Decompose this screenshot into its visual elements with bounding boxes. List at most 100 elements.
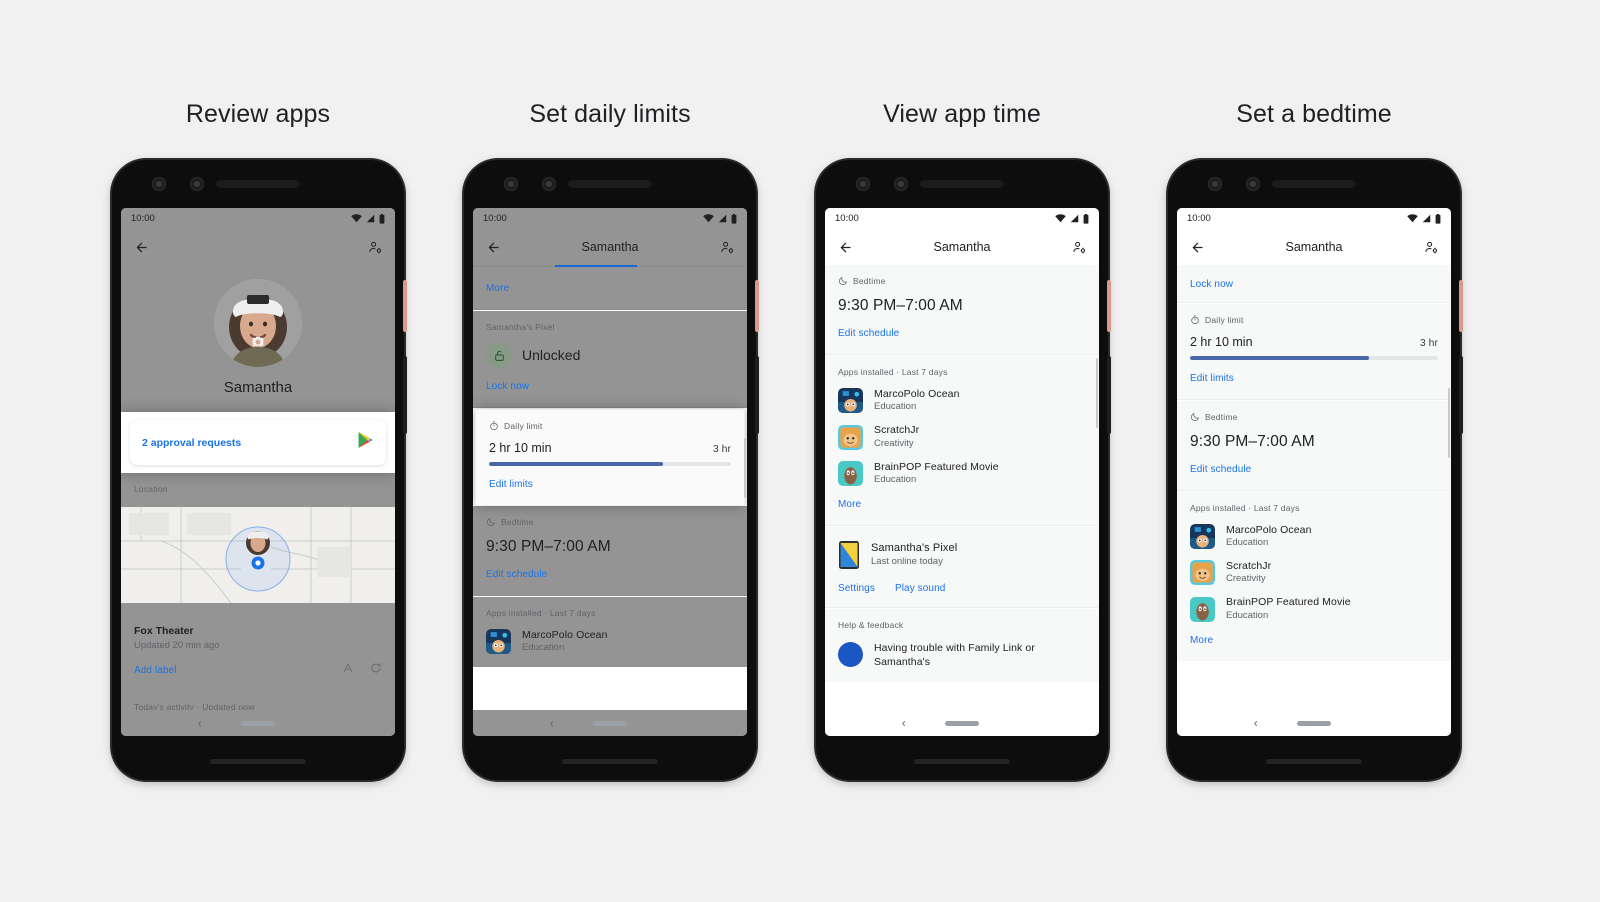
manage-people-icon[interactable] bbox=[1069, 237, 1089, 257]
power-button[interactable] bbox=[403, 280, 407, 332]
refresh-icon[interactable] bbox=[370, 661, 382, 679]
device-actions: Settings Play sound bbox=[838, 570, 1086, 594]
battery-icon bbox=[731, 213, 737, 224]
volume-button[interactable] bbox=[1459, 356, 1463, 434]
edit-schedule-link[interactable]: Edit schedule bbox=[486, 569, 547, 580]
device-state: Unlocked bbox=[522, 347, 581, 363]
daily-limit-progress bbox=[1190, 356, 1438, 360]
daily-limit-label-text: Daily limit bbox=[504, 421, 543, 431]
scrollbar[interactable] bbox=[1096, 358, 1098, 428]
nav-home-pill[interactable] bbox=[593, 720, 627, 726]
earpiece-speaker bbox=[568, 180, 652, 188]
volume-button[interactable] bbox=[755, 356, 759, 434]
front-camera-icon bbox=[856, 177, 870, 191]
scrollbar[interactable] bbox=[1448, 388, 1450, 458]
nav-home-pill[interactable] bbox=[1297, 720, 1331, 726]
help-text[interactable]: Having trouble with Family Link or Saman… bbox=[874, 642, 1086, 668]
app-bar: Samantha bbox=[473, 229, 747, 265]
back-arrow-icon[interactable] bbox=[1187, 237, 1207, 257]
apps-installed-card: Apps installed · Last 7 days MarcoPolo O… bbox=[1177, 491, 1451, 661]
back-arrow-icon[interactable] bbox=[131, 237, 151, 257]
nav-back-icon[interactable]: ‹ bbox=[1254, 716, 1258, 730]
manage-people-icon[interactable] bbox=[1421, 237, 1441, 257]
edit-limits-link[interactable]: Edit limits bbox=[489, 479, 533, 490]
list-item[interactable]: ScratchJr Creativity bbox=[838, 424, 1086, 450]
approval-requests-card[interactable]: 2 approval requests bbox=[130, 420, 386, 465]
earpiece-speaker bbox=[216, 180, 300, 188]
edit-limits-link[interactable]: Edit limits bbox=[1190, 373, 1234, 384]
wifi-icon bbox=[1055, 214, 1066, 223]
device-card: Samantha's Pixel Last online today Setti… bbox=[825, 527, 1099, 609]
list-item[interactable]: MarcoPolo Ocean Education bbox=[1190, 524, 1438, 549]
help-avatar-icon bbox=[838, 642, 863, 668]
front-camera-icon bbox=[152, 177, 166, 191]
bottom-speaker bbox=[210, 759, 306, 764]
more-link[interactable]: More bbox=[838, 499, 861, 510]
moon-icon bbox=[1191, 412, 1199, 421]
app-bar: Samantha bbox=[825, 229, 1099, 265]
avatar[interactable] bbox=[214, 279, 302, 367]
earpiece-speaker bbox=[920, 180, 1004, 188]
volume-button[interactable] bbox=[1107, 356, 1111, 434]
play-sound-link[interactable]: Play sound bbox=[895, 583, 945, 594]
unlocked-padlock-icon bbox=[486, 342, 512, 368]
brainpop-app-icon bbox=[838, 461, 863, 487]
nav-home-pill[interactable] bbox=[241, 720, 275, 726]
edit-schedule-link[interactable]: Edit schedule bbox=[1190, 464, 1251, 475]
bottom-speaker bbox=[562, 759, 658, 764]
status-system-icons bbox=[351, 213, 385, 224]
lock-now-link[interactable]: Lock now bbox=[1190, 279, 1233, 290]
volume-button[interactable] bbox=[403, 356, 407, 434]
wifi-icon bbox=[1407, 214, 1418, 223]
status-time: 10:00 bbox=[131, 213, 155, 224]
lock-now-link[interactable]: Lock now bbox=[486, 381, 529, 392]
more-link[interactable]: More bbox=[1190, 635, 1213, 646]
cell-signal-icon bbox=[718, 214, 727, 223]
status-bar: 10:00 bbox=[473, 208, 747, 229]
screen-content: Samantha 2 approval requests Location Fo… bbox=[121, 265, 395, 710]
apps-installed-card: Apps installed · Last 7 days MarcoPolo O… bbox=[825, 356, 1099, 527]
status-system-icons bbox=[703, 213, 737, 224]
manage-people-icon[interactable] bbox=[365, 237, 385, 257]
map-preview[interactable] bbox=[121, 507, 395, 603]
app-bar: Samantha bbox=[1177, 229, 1451, 265]
manage-people-icon[interactable] bbox=[717, 237, 737, 257]
power-button[interactable] bbox=[1459, 280, 1463, 332]
panel-title: Set daily limits bbox=[529, 100, 691, 128]
lock-now-card: Lock now bbox=[1177, 265, 1451, 303]
more-link[interactable]: More bbox=[486, 283, 509, 294]
list-item[interactable]: BrainPOP Featured Movie Education bbox=[1190, 596, 1438, 622]
nav-back-icon[interactable]: ‹ bbox=[902, 716, 906, 730]
power-button[interactable] bbox=[755, 280, 759, 332]
list-item[interactable]: BrainPOP Featured Movie Education bbox=[838, 461, 1086, 487]
battery-icon bbox=[379, 213, 385, 224]
daily-limit-values: 2 hr 10 min 3 hr bbox=[1190, 335, 1438, 349]
scrollbar[interactable] bbox=[744, 438, 746, 498]
approval-highlight: 2 approval requests bbox=[121, 412, 395, 473]
label-a-icon[interactable] bbox=[342, 661, 354, 679]
back-arrow-icon[interactable] bbox=[483, 237, 503, 257]
nav-back-icon[interactable]: ‹ bbox=[198, 716, 202, 730]
status-time: 10:00 bbox=[835, 213, 859, 224]
edit-schedule-link[interactable]: Edit schedule bbox=[838, 328, 899, 339]
add-label-link[interactable]: Add label bbox=[134, 665, 177, 676]
screen-content: Bedtime 9:30 PM–7:00 AM Edit schedule Ap… bbox=[825, 265, 1099, 710]
app-bar-title: Samantha bbox=[933, 240, 991, 254]
device-row[interactable]: Samantha's Pixel Last online today bbox=[838, 540, 1086, 570]
bedtime-section-label: Bedtime bbox=[838, 276, 1086, 286]
marcopolo-ocean-app-icon bbox=[486, 628, 511, 654]
list-item[interactable]: MarcoPolo Ocean Education bbox=[486, 629, 734, 654]
list-item[interactable]: ScratchJr Creativity bbox=[1190, 560, 1438, 586]
nav-home-pill[interactable] bbox=[945, 720, 979, 726]
nav-back-icon[interactable]: ‹ bbox=[550, 716, 554, 730]
back-arrow-icon[interactable] bbox=[835, 237, 855, 257]
power-button[interactable] bbox=[1107, 280, 1111, 332]
list-item[interactable]: MarcoPolo Ocean Education bbox=[838, 388, 1086, 414]
app-name: MarcoPolo Ocean bbox=[1226, 523, 1312, 536]
daily-limit-card: Daily limit 2 hr 10 min 3 hr Edit limits bbox=[1177, 304, 1451, 400]
daily-limit-label-text: Daily limit bbox=[1205, 315, 1244, 325]
settings-link[interactable]: Settings bbox=[838, 583, 875, 594]
phone-top-bezel bbox=[1168, 160, 1460, 208]
todays-activity-label: Today's activity · Updated now bbox=[134, 702, 255, 710]
bedtime-range: 9:30 PM–7:00 AM bbox=[1190, 432, 1315, 450]
